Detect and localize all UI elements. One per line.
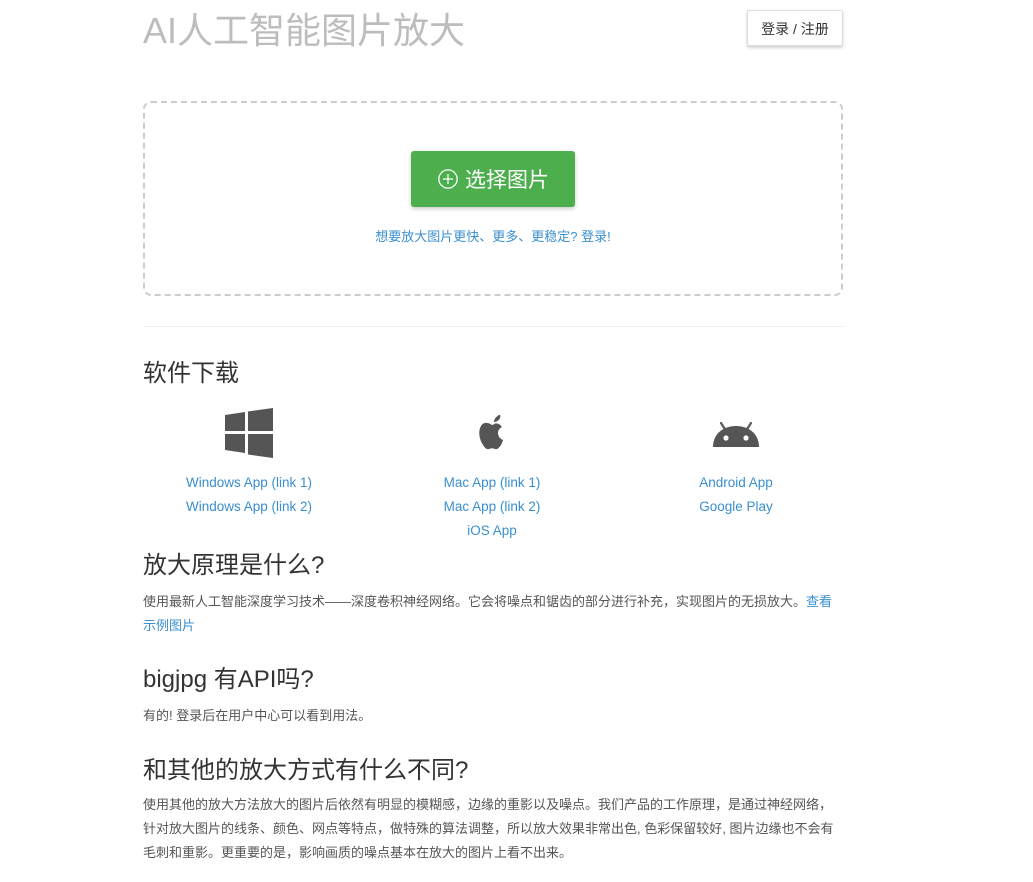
android-icon bbox=[713, 421, 759, 447]
apple-icon bbox=[479, 414, 503, 450]
faq-answer-api: 有的! 登录后在用户中心可以看到用法。 bbox=[143, 708, 372, 723]
faq-heading-principle: 放大原理是什么? bbox=[143, 552, 325, 579]
ios-app-link[interactable]: iOS App bbox=[382, 519, 602, 543]
site-title: AI人工智能图片放大 bbox=[143, 10, 466, 51]
faq-answer-difference: 使用其他的放大方法放大的图片后依然有明显的模糊感，边缘的重影以及噪点。我们产品的… bbox=[143, 797, 834, 860]
select-image-label: 选择图片 bbox=[465, 169, 549, 192]
windows-icon bbox=[225, 408, 273, 458]
upload-dropzone[interactable]: 选择图片 想要放大图片更快、更多、更稳定? 登录! bbox=[143, 101, 843, 296]
google-play-link[interactable]: Google Play bbox=[626, 495, 846, 519]
android-app-link[interactable]: Android App bbox=[626, 471, 846, 495]
mac-app-link-1[interactable]: Mac App (link 1) bbox=[382, 471, 602, 495]
login-register-button[interactable]: 登录 / 注册 bbox=[747, 10, 843, 46]
faq-heading-api: bigjpg 有API吗? bbox=[143, 666, 314, 693]
faq-answer-principle-text: 使用最新人工智能深度学习技术——深度卷积神经网络。它会将噪点和锯齿的部分进行补充… bbox=[143, 594, 807, 609]
faq-heading-difference: 和其他的放大方式有什么不同? bbox=[143, 757, 469, 784]
section-divider bbox=[143, 326, 843, 327]
select-image-button[interactable]: 选择图片 bbox=[411, 151, 575, 207]
windows-download-column: Windows App (link 1) Windows App (link 2… bbox=[139, 405, 359, 519]
mac-app-link-2[interactable]: Mac App (link 2) bbox=[382, 495, 602, 519]
downloads-heading: 软件下载 bbox=[143, 360, 239, 387]
login-promo-link[interactable]: 想要放大图片更快、更多、更稳定? 登录! bbox=[145, 226, 841, 245]
windows-app-link-1[interactable]: Windows App (link 1) bbox=[139, 471, 359, 495]
plus-circle-icon bbox=[438, 169, 458, 189]
faq-answer-principle: 使用最新人工智能深度学习技术——深度卷积神经网络。它会将噪点和锯齿的部分进行补充… bbox=[143, 590, 843, 638]
android-download-column: Android App Google Play bbox=[626, 405, 846, 519]
windows-app-link-2[interactable]: Windows App (link 2) bbox=[139, 495, 359, 519]
mac-download-column: Mac App (link 1) Mac App (link 2) iOS Ap… bbox=[382, 405, 602, 543]
